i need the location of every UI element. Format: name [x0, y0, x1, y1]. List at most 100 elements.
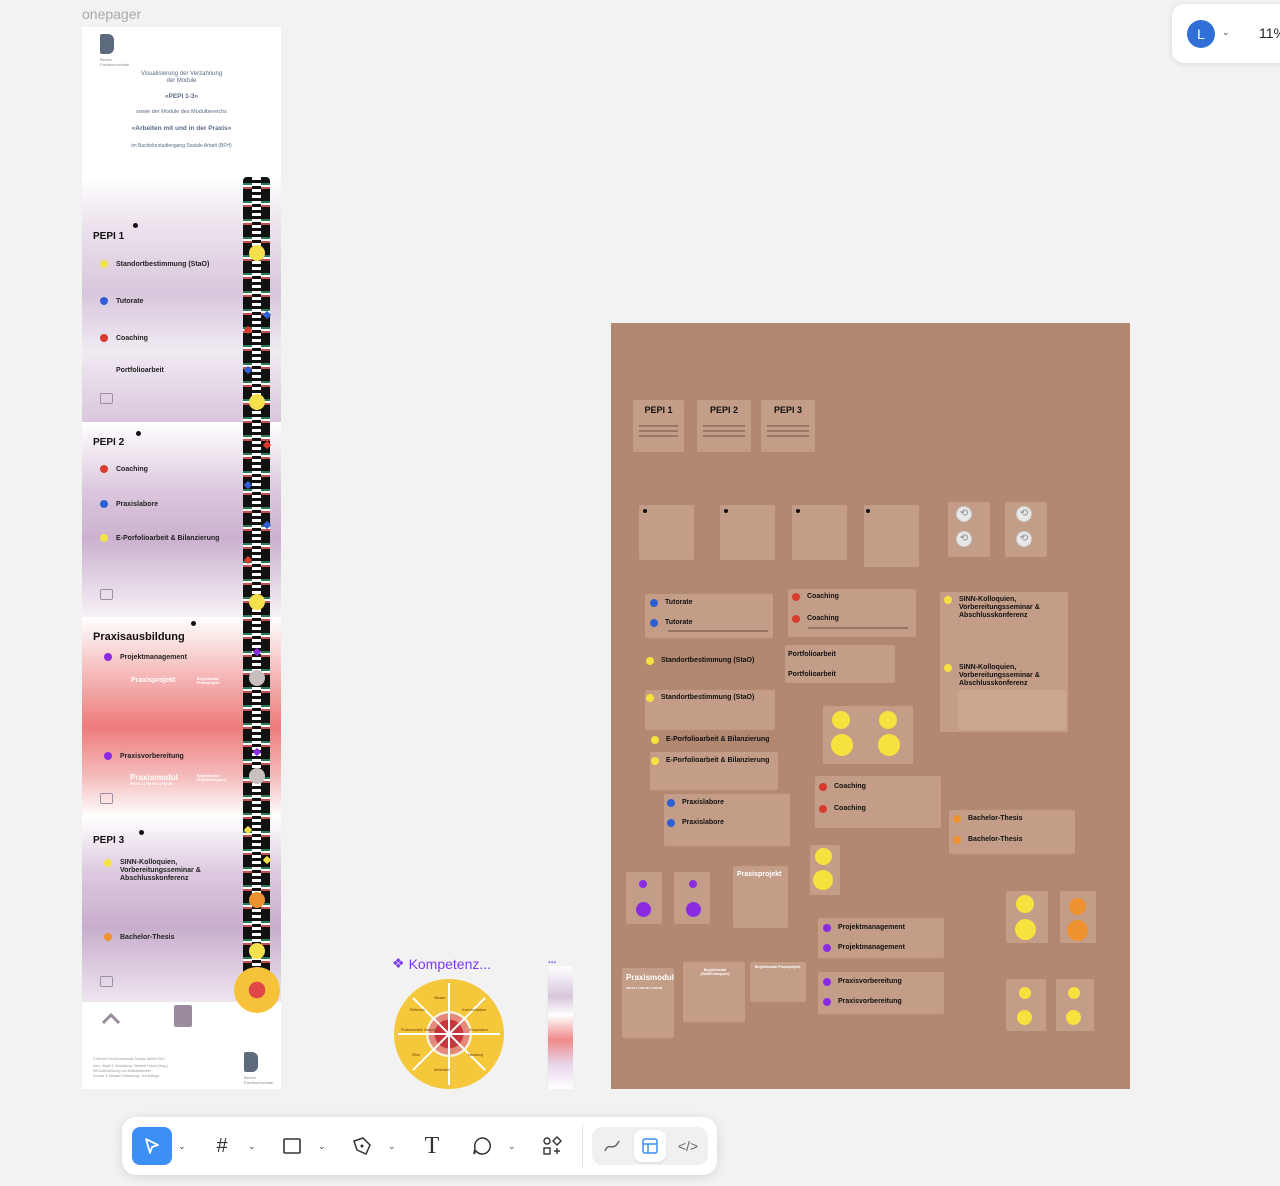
list-item[interactable]: Coaching	[100, 334, 148, 342]
board-item[interactable]: Standortbestimmung (StaO)	[646, 657, 754, 665]
note-card[interactable]	[864, 505, 919, 567]
section-title-pepi2: PEPI 2	[93, 437, 125, 448]
chevron-down-icon[interactable]: ⌄	[1222, 27, 1230, 38]
draw-mode-button[interactable]	[596, 1130, 628, 1162]
board-item[interactable]: E-Porfolioarbeit & Bilanzierung	[651, 757, 769, 765]
comment-tool-button[interactable]	[462, 1127, 502, 1165]
board-item[interactable]: Begleitmodul Praxisprojekt	[755, 965, 801, 969]
board-item[interactable]: E-Porfolioarbeit & Bilanzierung	[651, 736, 769, 744]
board-item[interactable]: Praxismodul	[626, 974, 674, 982]
cycle-icon[interactable]: ⟲	[1016, 531, 1032, 547]
list-item[interactable]: Standortbestimmung (StaO)	[100, 260, 209, 268]
board-item[interactable]: Projektmanagement	[823, 944, 905, 952]
note-card[interactable]	[639, 505, 694, 560]
frame-label[interactable]: onepager	[82, 6, 141, 22]
board-item[interactable]: Tutorate	[650, 599, 692, 607]
board-item[interactable]: Coaching	[819, 805, 866, 813]
list-item[interactable]: Bachelor-Thesis	[104, 933, 174, 941]
purple-dot-icon	[823, 944, 831, 952]
list-item[interactable]: Projektmanagement	[104, 653, 187, 661]
table-icon[interactable]	[100, 976, 113, 987]
board-item[interactable]: Coaching	[819, 783, 866, 791]
board-item[interactable]: Bachelor-Thesis	[953, 836, 1022, 844]
board-item[interactable]: Projektmanagement	[823, 924, 905, 932]
begleitmodul-label[interactable]: Begleitmodul (SAM/Kolloquien)	[197, 774, 227, 782]
table-icon[interactable]	[100, 589, 113, 600]
frame-tool-button[interactable]: #	[202, 1127, 242, 1165]
document-search-icon[interactable]	[174, 1005, 192, 1027]
cycle-icon[interactable]: ⟲	[1016, 506, 1032, 522]
list-item[interactable]: Tutorate	[100, 297, 143, 305]
board-item[interactable]: Standortbestimmung (StaO)	[646, 694, 754, 702]
text-tool-button[interactable]: T	[412, 1127, 452, 1165]
mini-frame-label[interactable]: ...	[548, 955, 556, 966]
purple-circle	[689, 880, 697, 888]
chevron-down-icon[interactable]: ⌄	[508, 1141, 516, 1152]
praxismodul-sub: PM 50.1 | PM 50.2 | PM 58	[130, 782, 172, 786]
chevron-down-icon[interactable]: ⌄	[248, 1141, 256, 1152]
cursor-icon	[145, 1138, 159, 1154]
board-item[interactable]: Praxisvorbereitung	[823, 978, 902, 986]
praxismodul-label[interactable]: Praxismodul	[130, 773, 178, 782]
list-item[interactable]: Coaching	[100, 465, 148, 473]
board-item-label: Praxislabore	[682, 819, 725, 826]
text-line	[767, 435, 809, 437]
board-item[interactable]: Coaching	[792, 593, 839, 601]
table-icon[interactable]	[100, 793, 113, 804]
board-item-label: Coaching	[807, 615, 839, 622]
table-icon[interactable]	[100, 393, 113, 404]
board-item-label: Projektmanagement	[838, 924, 905, 931]
yellow-circle	[832, 711, 850, 729]
praxisprojekt-label[interactable]: Praxisprojekt	[131, 677, 175, 684]
onepager-frame[interactable]: Berner Fachhochschule Visualisierung der…	[82, 27, 281, 1089]
board-item[interactable]: Begleitmodul (SAM/Kolloquien)	[690, 968, 740, 976]
list-item[interactable]: Portfolioarbeit	[116, 367, 164, 374]
dev-mode-button[interactable]: </>	[672, 1130, 704, 1162]
board-item[interactable]: Praxislabore	[667, 819, 724, 827]
footer-line: Soziale & Mediale Gestaltung: Lea Balzge…	[93, 1074, 160, 1078]
board-item[interactable]: Portfolioarbeit	[788, 671, 836, 679]
kompetenz-sun-icon[interactable]	[234, 967, 280, 1013]
board-item[interactable]: Praxisprojekt	[737, 871, 781, 879]
pen-tool-button[interactable]	[342, 1127, 382, 1165]
mini-frame-thumbnail[interactable]	[547, 966, 573, 1089]
list-item[interactable]: E-Porfolioarbeit & Bilanzierung	[100, 534, 219, 542]
avatar[interactable]: L	[1187, 20, 1215, 48]
board-item-label: Praxisprojekt	[737, 871, 782, 878]
shape-tool-button[interactable]	[272, 1127, 312, 1165]
begleitmodul-label[interactable]: Begleitmodul Praxisprojekt	[197, 677, 227, 685]
marker-dot	[133, 223, 138, 228]
purple-circle	[636, 902, 651, 917]
board-item-label: Praxisvorbereitung	[838, 978, 902, 985]
chevron-down-icon[interactable]: ⌄	[178, 1141, 186, 1152]
chevron-up-icon[interactable]	[100, 1008, 122, 1030]
board-item[interactable]: Bachelor-Thesis	[953, 815, 1022, 823]
board-item[interactable]: SINN-Kolloquien, Vorbereitungsseminar & …	[944, 664, 1054, 688]
cycle-icon[interactable]: ⟲	[956, 531, 972, 547]
component-label[interactable]: ❖ Kompetenz...	[392, 955, 491, 972]
cycle-icon[interactable]: ⟲	[956, 506, 972, 522]
yellow-dot-icon	[100, 260, 108, 268]
yellow-circle	[879, 711, 897, 729]
board-item[interactable]: Coaching	[792, 615, 839, 623]
note-card[interactable]	[720, 505, 775, 560]
pepi-card[interactable]: PEPI 3	[761, 400, 815, 452]
board-item[interactable]: Praxislabore	[667, 799, 724, 807]
board-item[interactable]: Tutorate	[650, 619, 692, 627]
design-mode-button[interactable]	[634, 1130, 666, 1162]
marker-dot	[724, 509, 728, 513]
zoom-level[interactable]: 11%	[1259, 25, 1280, 41]
board-item[interactable]: Portfolioarbeit	[788, 651, 836, 659]
chevron-down-icon[interactable]: ⌄	[388, 1141, 396, 1152]
note-card[interactable]	[792, 505, 847, 560]
board-item[interactable]: SINN-Kolloquien, Vorbereitungsseminar & …	[944, 596, 1054, 620]
pepi-card[interactable]: PEPI 2	[697, 400, 751, 452]
list-item[interactable]: Praxisvorbereitung	[104, 752, 184, 760]
chevron-down-icon[interactable]: ⌄	[318, 1141, 326, 1152]
list-item[interactable]: Praxislabore	[100, 500, 158, 508]
board-item[interactable]: Praxisvorbereitung	[823, 998, 902, 1006]
list-item[interactable]: SINN-Kolloquien, Vorbereitungsseminar & …	[104, 859, 209, 883]
pepi-card[interactable]: PEPI 1	[633, 400, 684, 452]
move-tool-button[interactable]	[132, 1127, 172, 1165]
components-tool-button[interactable]	[532, 1127, 572, 1165]
